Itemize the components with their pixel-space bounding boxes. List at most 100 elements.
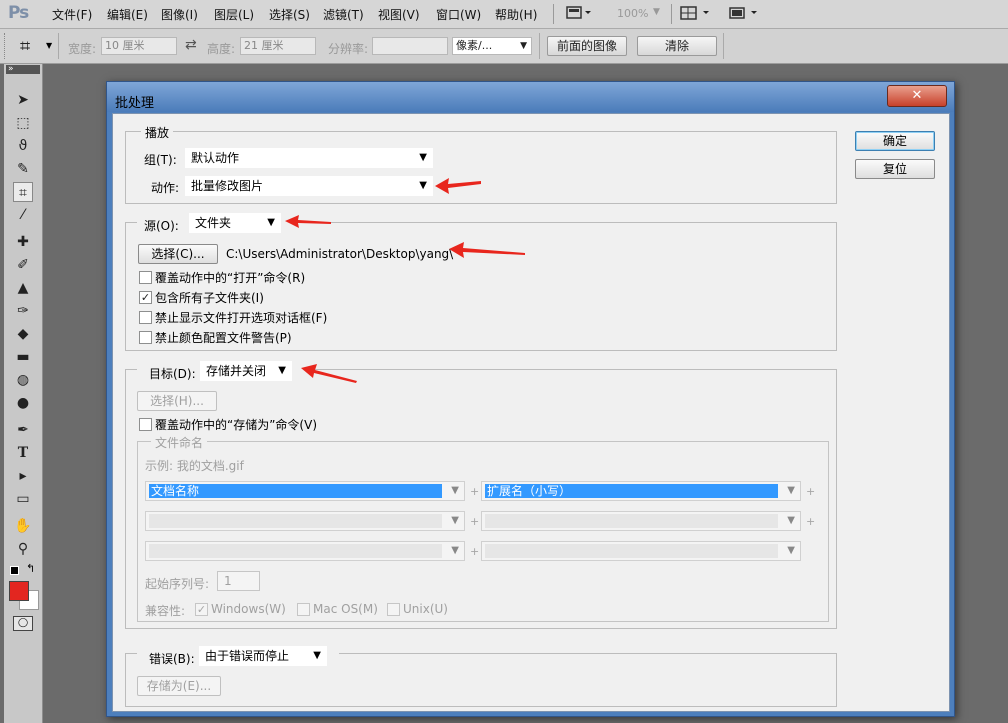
close-button[interactable]: ✕: [887, 85, 947, 107]
swap-colors-icon[interactable]: ↰: [26, 562, 35, 575]
clear-button[interactable]: 清除: [637, 36, 717, 56]
eyedropper-tool-icon[interactable]: ⁄: [13, 205, 33, 225]
dialog-body: 播放 组(T): 默认动作 ▼ 动作: 批量修改图片 ▼ 源(O): 文件夹 ▼…: [112, 113, 950, 712]
menu-file[interactable]: 文件(F): [52, 6, 92, 23]
reset-button[interactable]: 复位: [855, 159, 935, 179]
action-dropdown[interactable]: 批量修改图片 ▼: [185, 176, 433, 196]
menu-filter[interactable]: 滤镜(T): [323, 6, 364, 23]
compat-unix-label: Unix(U): [403, 602, 448, 616]
naming-field-6[interactable]: ▼: [481, 541, 801, 561]
path-selection-tool-icon[interactable]: ▸: [13, 466, 33, 486]
serial-number-input[interactable]: 1: [217, 571, 260, 591]
preset-dropdown-icon[interactable]: ▼: [46, 41, 52, 50]
compatibility-label: 兼容性:: [145, 604, 186, 618]
destination-dropdown[interactable]: 存储并关闭 ▼: [200, 361, 292, 381]
override-save-as-label: 覆盖动作中的“存储为”命令(V): [155, 418, 318, 432]
shape-tool-icon[interactable]: ▭: [13, 489, 33, 509]
screen-mode-icon[interactable]: [728, 6, 760, 23]
options-bar-grip[interactable]: [4, 33, 8, 59]
eraser-tool-icon[interactable]: ◆: [13, 324, 33, 344]
lasso-tool-icon[interactable]: ϑ: [13, 136, 33, 156]
move-tool-icon[interactable]: ➤: [13, 90, 33, 110]
zoom-dropdown-icon[interactable]: ▼: [653, 7, 660, 17]
naming-example: 示例: 我的文档.gif: [145, 459, 244, 473]
hand-tool-icon[interactable]: ✋: [13, 516, 33, 536]
options-separator: [58, 33, 59, 59]
menu-help[interactable]: 帮助(H): [495, 6, 537, 23]
errors-dropdown[interactable]: 由于错误而停止 ▼: [199, 646, 327, 666]
override-save-as-checkbox[interactable]: [139, 418, 152, 431]
bridge-icon[interactable]: [566, 6, 592, 23]
suppress-open-dialogs-checkbox[interactable]: [139, 311, 152, 324]
unit-dropdown-icon: ▼: [520, 41, 527, 51]
clone-stamp-tool-icon[interactable]: ▲: [13, 278, 33, 298]
resolution-input[interactable]: [372, 37, 448, 55]
pen-tool-icon[interactable]: ✒: [13, 420, 33, 440]
history-brush-tool-icon[interactable]: ✑: [13, 301, 33, 321]
destination-choose-button[interactable]: 选择(H)...: [137, 391, 217, 411]
default-colors-icon[interactable]: [10, 566, 19, 575]
dialog-titlebar[interactable]: 批处理 ✕: [107, 82, 954, 112]
checkmark-icon: ✓: [140, 291, 151, 304]
set-dropdown[interactable]: 默认动作 ▼: [185, 148, 433, 168]
compat-unix-checkbox[interactable]: [387, 603, 400, 616]
chevron-down-icon: ▼: [419, 152, 427, 163]
type-tool-icon[interactable]: T: [13, 443, 33, 463]
foreground-color-swatch[interactable]: [9, 581, 29, 601]
ok-button[interactable]: 确定: [855, 131, 935, 151]
menu-separator: [553, 4, 554, 24]
naming-field-3[interactable]: ▼: [145, 511, 465, 531]
front-image-button[interactable]: 前面的图像: [547, 36, 627, 56]
suppress-color-warnings-checkbox[interactable]: [139, 331, 152, 344]
width-input[interactable]: 10 厘米: [101, 37, 177, 55]
brush-tool-icon[interactable]: ✐: [13, 255, 33, 275]
gradient-tool-icon[interactable]: ▬: [13, 347, 33, 367]
errors-value: 由于错误而停止: [205, 649, 290, 663]
suppress-color-warnings-label: 禁止颜色配置文件警告(P): [155, 331, 292, 345]
include-subfolders-checkbox[interactable]: ✓: [139, 291, 152, 304]
arrange-documents-icon[interactable]: [680, 6, 712, 23]
zoom-level[interactable]: 100%: [617, 7, 648, 20]
compat-mac-checkbox[interactable]: [297, 603, 310, 616]
play-group-legend: 播放: [141, 124, 174, 141]
dodge-tool-icon[interactable]: ●: [13, 393, 33, 413]
menu-select[interactable]: 选择(S): [269, 6, 310, 23]
checkmark-icon: ✓: [196, 603, 207, 616]
destination-value: 存储并关闭: [206, 364, 267, 378]
menu-bar: Ps 文件(F) 编辑(E) 图像(I) 图层(L) 选择(S) 滤镜(T) 视…: [0, 0, 1008, 29]
compat-mac-label: Mac OS(M): [313, 602, 378, 616]
menu-window[interactable]: 窗口(W): [436, 6, 481, 23]
source-dropdown[interactable]: 文件夹 ▼: [189, 213, 281, 233]
naming-field-1[interactable]: 文档名称 ▼: [145, 481, 465, 501]
height-input[interactable]: 21 厘米: [240, 37, 316, 55]
healing-brush-tool-icon[interactable]: ✚: [13, 232, 33, 252]
menu-layer[interactable]: 图层(L): [214, 6, 254, 23]
menu-edit[interactable]: 编辑(E): [107, 6, 148, 23]
suppress-open-dialogs-label: 禁止显示文件打开选项对话框(F): [155, 311, 328, 325]
override-open-checkbox[interactable]: [139, 271, 152, 284]
zoom-tool-icon[interactable]: ⚲: [13, 539, 33, 559]
resolution-label: 分辨率:: [328, 42, 369, 56]
menu-view[interactable]: 视图(V): [378, 6, 420, 23]
menu-image[interactable]: 图像(I): [161, 6, 198, 23]
errors-save-as-button[interactable]: 存储为(E)...: [137, 676, 221, 696]
chevron-down-icon: ▼: [267, 217, 275, 228]
compat-windows-checkbox[interactable]: ✓: [195, 603, 208, 616]
marquee-tool-icon[interactable]: ⬚: [13, 113, 33, 133]
action-label: 动作:: [151, 181, 180, 195]
crop-tool-icon[interactable]: ⌗: [13, 182, 33, 202]
naming-field-4[interactable]: ▼: [481, 511, 801, 531]
swap-dimensions-icon[interactable]: ⇄: [185, 37, 197, 53]
collapse-panel-icon[interactable]: »: [6, 65, 40, 74]
compat-windows-label: Windows(W): [211, 602, 286, 616]
file-naming-legend: 文件命名: [151, 434, 208, 451]
naming-field-2[interactable]: 扩展名（小写） ▼: [481, 481, 801, 501]
blur-tool-icon[interactable]: ◍: [13, 370, 33, 390]
quick-selection-tool-icon[interactable]: ✎: [13, 159, 33, 179]
plus-icon: +: [470, 485, 480, 498]
naming-field-5[interactable]: ▼: [145, 541, 465, 561]
resolution-unit-select[interactable]: 像素/... ▼: [452, 37, 532, 55]
source-choose-button[interactable]: 选择(C)...: [138, 244, 218, 264]
crop-tool-preset-icon[interactable]: ⌗: [20, 36, 30, 57]
quick-mask-icon[interactable]: ◯: [13, 616, 33, 631]
